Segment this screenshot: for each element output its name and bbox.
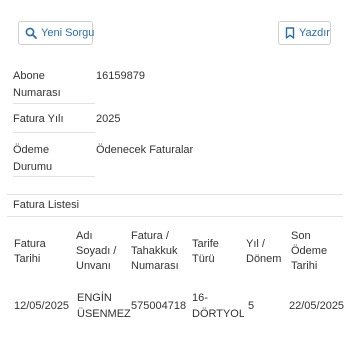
invoice-list-divider [7, 216, 343, 217]
header-invoice-number: Fatura / Tahakkuk Numarası [131, 230, 179, 272]
row-name: ENGİN ÜSENMEZ [77, 292, 131, 320]
subscriber-number-value: 16159879 [96, 70, 145, 82]
invoice-year-label: Fatura Yılı [13, 113, 64, 125]
payment-status-value: Ödenecek Faturalar [96, 144, 194, 156]
header-name: Adı Soyadı / Unvanı [76, 230, 117, 272]
toolbar: Yeni Sorgu Yazdır [0, 0, 350, 56]
subscriber-number-label: Abone Numarası [13, 70, 61, 99]
row-invoice-number: 575004718 [131, 300, 187, 312]
divider [13, 132, 95, 133]
invoice-query-page: Yeni Sorgu Yazdır Abone Numarası 1615987… [0, 0, 350, 350]
search-icon [25, 27, 37, 39]
row-due-date: 22/05/2025 [289, 300, 345, 312]
header-tariff-type: Tarife Türü [192, 238, 219, 265]
new-query-button[interactable]: Yeni Sorgu [18, 21, 95, 45]
row-tariff-type: 16- DÖRTYOL [192, 292, 244, 320]
divider [13, 176, 95, 177]
invoice-year-value: 2025 [96, 113, 121, 125]
bookmark-icon [285, 27, 295, 39]
new-query-label: Yeni Sorgu [41, 27, 95, 39]
invoice-list-border [7, 194, 343, 195]
payment-status-label: Ödeme Durumu [13, 144, 53, 173]
print-button[interactable]: Yazdır [278, 21, 331, 45]
print-label: Yazdır [299, 27, 330, 39]
row-invoice-date: 12/05/2025 [14, 300, 70, 312]
header-period: Yıl / Dönem [246, 238, 282, 265]
divider [13, 103, 95, 104]
invoice-list-title: Fatura Listesi [13, 199, 80, 211]
header-invoice-date: Fatura Tarihi [14, 238, 46, 265]
header-due-date: Son Ödeme Tarihi [291, 230, 328, 272]
row-period: 5 [248, 300, 255, 312]
